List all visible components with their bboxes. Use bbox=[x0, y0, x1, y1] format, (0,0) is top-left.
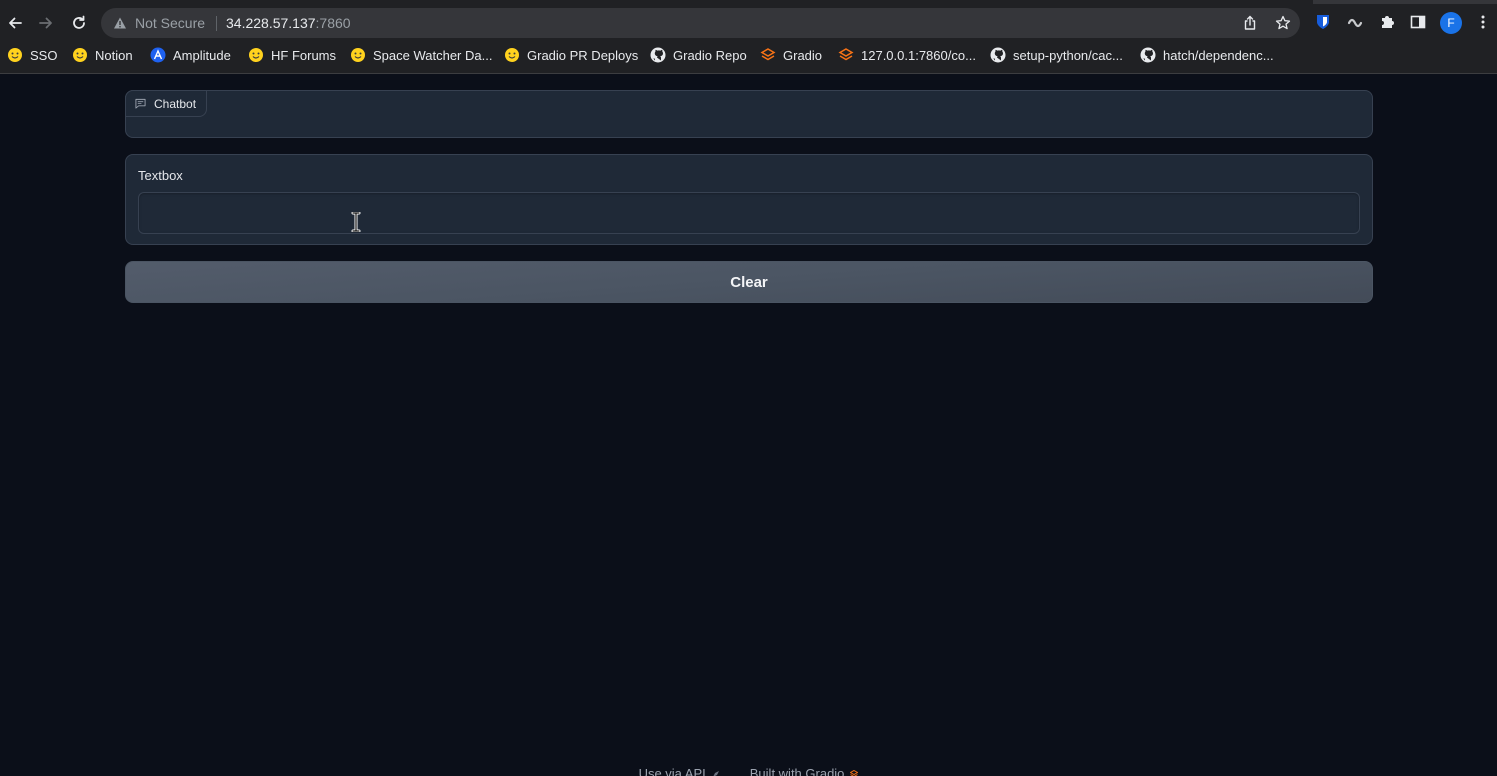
bookmark-item[interactable]: 127.0.0.1:7860/co... bbox=[838, 46, 976, 64]
hugging-face-icon bbox=[504, 47, 520, 63]
share-icon[interactable] bbox=[1242, 15, 1258, 31]
github-icon bbox=[650, 47, 666, 63]
chatbot-label-badge: Chatbot bbox=[125, 90, 208, 117]
bookmark-label: Gradio PR Deploys bbox=[527, 47, 639, 63]
bookmark-item[interactable]: Notion bbox=[72, 46, 133, 64]
bookmark-item[interactable]: Gradio bbox=[760, 46, 822, 64]
url-host: 34.228.57.137 bbox=[226, 15, 316, 31]
profile-avatar[interactable]: F bbox=[1440, 12, 1462, 34]
footer: Use via API Built with Gradio bbox=[0, 766, 1497, 776]
gradio-icon bbox=[838, 47, 854, 63]
bookmark-label: Space Watcher Da... bbox=[373, 47, 493, 63]
back-button[interactable] bbox=[2, 10, 28, 36]
clear-button[interactable]: Clear bbox=[125, 261, 1373, 303]
bookmark-label: hatch/dependenc... bbox=[1163, 47, 1274, 63]
chatbot-panel[interactable]: Chatbot bbox=[125, 90, 1373, 138]
bookmark-label: Notion bbox=[95, 47, 133, 63]
tab-strip bbox=[0, 0, 1497, 4]
bitwarden-extension[interactable] bbox=[1313, 12, 1333, 32]
url-text[interactable]: 34.228.57.137:7860 bbox=[226, 15, 351, 31]
side-panel-icon bbox=[1410, 15, 1426, 29]
browser-menu-button[interactable] bbox=[1473, 12, 1493, 32]
arrow-right-icon bbox=[39, 17, 52, 29]
security-label[interactable]: Not Secure bbox=[135, 15, 205, 31]
rocket-icon bbox=[713, 770, 719, 776]
bookmark-item[interactable]: hatch/dependenc... bbox=[1140, 46, 1274, 64]
bookmark-label: 127.0.0.1:7860/co... bbox=[861, 47, 976, 63]
gradio-icon bbox=[760, 47, 776, 63]
arrow-left-icon bbox=[9, 17, 22, 29]
bookmark-label: HF Forums bbox=[271, 47, 336, 63]
text-cursor-icon bbox=[351, 212, 361, 232]
bookmark-item[interactable]: Space Watcher Da... bbox=[350, 46, 492, 64]
browser-toolbar: Not Secure 34.228.57.137:7860 F bbox=[0, 6, 1497, 40]
omnibox-divider bbox=[216, 16, 217, 31]
amplitude-icon bbox=[150, 47, 166, 63]
bookmark-label: Gradio bbox=[783, 47, 823, 63]
built-label: Built with Gradio bbox=[749, 766, 845, 776]
warning-icon[interactable] bbox=[113, 16, 127, 30]
link-extension[interactable] bbox=[1345, 12, 1365, 32]
url-port: :7860 bbox=[315, 15, 351, 31]
forward-button[interactable] bbox=[33, 10, 59, 36]
built-with-gradio-link[interactable]: Built with Gradio bbox=[750, 766, 859, 776]
bookmark-label: Amplitude bbox=[173, 47, 231, 63]
puzzle-icon bbox=[1382, 16, 1394, 28]
hugging-face-icon bbox=[350, 47, 366, 63]
api-label: Use via API bbox=[638, 766, 706, 776]
use-via-api-link[interactable]: Use via API bbox=[639, 766, 720, 776]
bookmark-item[interactable]: Gradio Repo bbox=[650, 46, 747, 64]
bookmark-item[interactable]: HF Forums bbox=[248, 46, 336, 64]
side-panel-button[interactable] bbox=[1408, 12, 1428, 32]
gradio-logo-icon bbox=[850, 769, 859, 776]
active-tab-edge[interactable] bbox=[0, 0, 1313, 4]
extensions-button[interactable] bbox=[1377, 12, 1397, 32]
bookmark-item[interactable]: Gradio PR Deploys bbox=[504, 46, 638, 64]
bookmarks-bar: SSO Notion Amplitude HF Forums Space Wat… bbox=[0, 42, 1497, 68]
browser-chrome: Not Secure 34.228.57.137:7860 F SSO Noti… bbox=[0, 0, 1497, 74]
reload-icon bbox=[73, 15, 85, 29]
bookmark-item[interactable]: setup-python/cac... bbox=[990, 46, 1123, 64]
bookmark-item[interactable]: Amplitude bbox=[150, 46, 231, 64]
shield-icon bbox=[1317, 15, 1329, 29]
textbox-label: Textbox bbox=[138, 168, 183, 183]
bookmark-item[interactable]: SSO bbox=[7, 46, 57, 64]
address-bar[interactable]: Not Secure 34.228.57.137:7860 bbox=[101, 8, 1300, 38]
reload-button[interactable] bbox=[66, 10, 92, 36]
link-icon bbox=[1347, 18, 1363, 28]
textbox-panel: Textbox bbox=[125, 154, 1373, 245]
bookmark-label: setup-python/cac... bbox=[1013, 47, 1123, 63]
hugging-face-icon bbox=[72, 47, 88, 63]
github-icon bbox=[990, 47, 1006, 63]
github-icon bbox=[1140, 47, 1156, 63]
bookmark-label: Gradio Repo bbox=[673, 47, 747, 63]
star-icon[interactable] bbox=[1275, 15, 1291, 31]
bookmark-label: SSO bbox=[30, 47, 58, 63]
kebab-menu-icon bbox=[1481, 15, 1485, 29]
chat-bubble-icon bbox=[135, 98, 146, 109]
hugging-face-icon bbox=[248, 47, 264, 63]
message-input[interactable] bbox=[138, 192, 1360, 234]
chatbot-label: Chatbot bbox=[154, 96, 197, 111]
hugging-face-icon bbox=[7, 47, 23, 63]
